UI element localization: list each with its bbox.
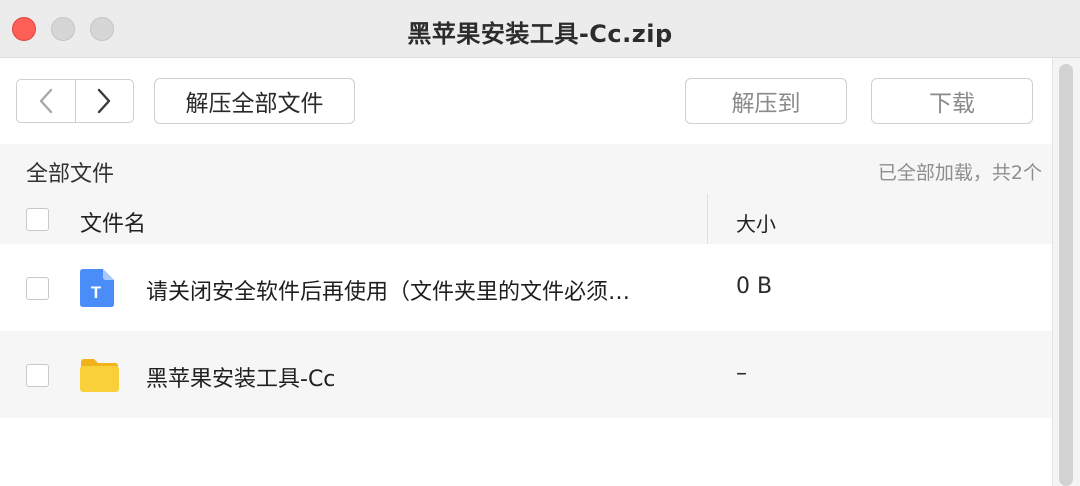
forward-button[interactable]: [74, 80, 134, 122]
file-list-empty-area: [0, 418, 1052, 486]
row-checkbox[interactable]: [26, 277, 49, 300]
chevron-right-icon: [98, 88, 111, 114]
column-header-name[interactable]: 文件名: [80, 206, 146, 238]
extract-all-button[interactable]: 解压全部文件: [154, 78, 355, 124]
file-name[interactable]: 请关闭安全软件后再使用（文件夹里的文件必须…: [146, 274, 630, 306]
window-title: 黑苹果安装工具-Cc.zip: [407, 20, 673, 48]
extract-to-button[interactable]: 解压到: [685, 78, 847, 124]
back-button[interactable]: [17, 80, 75, 122]
folder-icon: [80, 359, 119, 392]
breadcrumb-current[interactable]: 全部文件: [26, 156, 114, 188]
table-row[interactable]: 黑苹果安装工具-Cc –: [0, 331, 1052, 418]
table-row[interactable]: T 请关闭安全软件后再使用（文件夹里的文件必须… 0 B: [0, 244, 1052, 331]
file-size: 0 B: [736, 274, 773, 299]
text-file-icon: T: [80, 269, 114, 307]
vertical-scrollbar[interactable]: [1052, 58, 1080, 486]
row-checkbox[interactable]: [26, 364, 49, 387]
breadcrumb: 全部文件 已全部加载，共2个: [0, 144, 1052, 194]
folder-name[interactable]: 黑苹果安装工具-Cc: [146, 361, 335, 393]
file-icon-letter: T: [91, 283, 102, 302]
navigation-buttons: [16, 79, 134, 123]
column-divider[interactable]: [707, 194, 708, 244]
table-header: 文件名 大小: [0, 194, 1052, 244]
select-all-checkbox[interactable]: [26, 208, 49, 231]
folder-size: –: [736, 361, 747, 386]
download-button[interactable]: 下载: [871, 78, 1033, 124]
chevron-left-icon: [39, 88, 52, 114]
scrollbar-thumb[interactable]: [1059, 64, 1073, 486]
window-titlebar: 黑苹果安装工具-Cc.zip: [0, 0, 1080, 58]
load-status: 已全部加载，共2个: [877, 162, 1042, 184]
toolbar: 解压全部文件 解压到 下载: [0, 58, 1052, 144]
column-header-size[interactable]: 大小: [736, 208, 776, 237]
